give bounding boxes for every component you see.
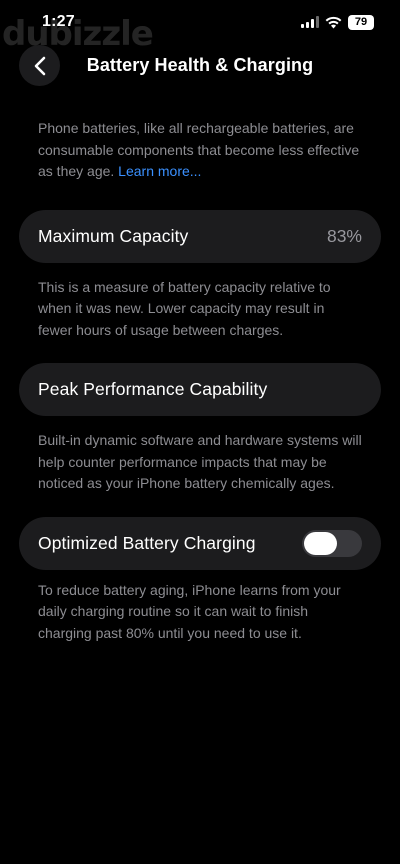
- cellular-signal-icon: [301, 16, 319, 28]
- settings-content: Phone batteries, like all rechargeable b…: [0, 118, 400, 644]
- optimized-charging-footnote: To reduce battery aging, iPhone learns f…: [38, 581, 341, 641]
- peak-performance-label: Peak Performance Capability: [38, 379, 268, 399]
- navigation-bar: Battery Health & Charging: [0, 44, 400, 88]
- maximum-capacity-label: Maximum Capacity: [38, 225, 189, 246]
- wifi-icon: [325, 16, 342, 28]
- status-bar: dubizzle 1:27 79: [0, 0, 400, 54]
- maximum-capacity-row: Maximum Capacity 83%: [19, 209, 381, 263]
- status-icons: 79: [301, 13, 374, 31]
- page-title: Battery Health & Charging: [86, 55, 314, 75]
- battery-icon: 79: [348, 14, 374, 30]
- optimized-charging-toggle[interactable]: [302, 529, 362, 557]
- peak-performance-row: Peak Performance Capability: [19, 363, 381, 416]
- optimized-charging-label: Optimized Battery Charging: [38, 532, 256, 553]
- status-time: 1:27: [42, 13, 75, 30]
- learn-more-link[interactable]: Learn more...: [118, 163, 201, 179]
- peak-performance-footnote: Built-in dynamic software and hardware s…: [38, 432, 362, 491]
- toggle-knob: [304, 531, 337, 555]
- optimized-charging-row: Optimized Battery Charging: [19, 516, 381, 570]
- maximum-capacity-footnote: This is a measure of battery capacity re…: [38, 278, 331, 338]
- maximum-capacity-value: 83%: [326, 225, 362, 246]
- intro-footnote: Phone batteries, like all rechargeable b…: [0, 118, 400, 183]
